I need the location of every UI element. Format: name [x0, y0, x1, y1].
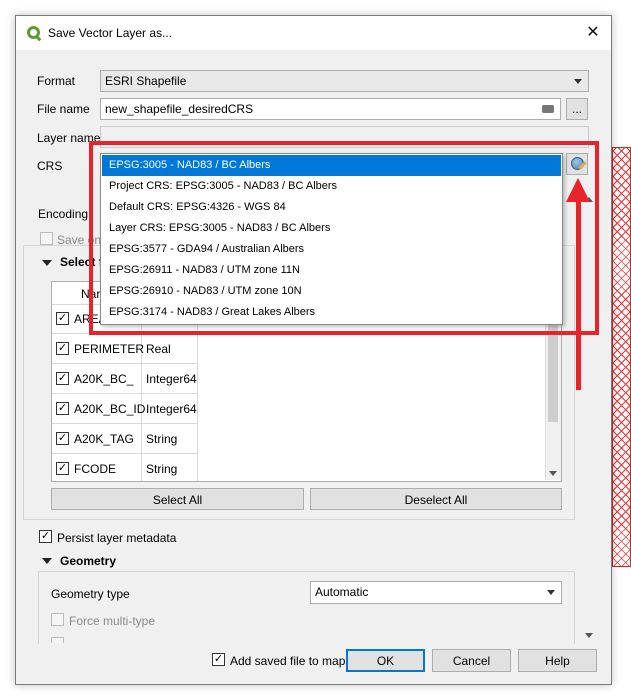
filename-value: new_shapefile_desiredCRS — [105, 102, 254, 116]
field-type: Real — [142, 334, 198, 364]
field-type: String — [142, 454, 198, 481]
scroll-down-icon[interactable] — [549, 471, 557, 476]
field-name: A20K_TAG — [74, 432, 134, 446]
format-value: ESRI Shapefile — [105, 74, 187, 88]
field-type: Integer64 — [142, 394, 198, 424]
scroll-down-icon[interactable] — [585, 633, 593, 638]
geometry-type-label: Geometry type — [51, 587, 130, 601]
field-name: FCODE — [74, 462, 116, 476]
annotation-arrow-shaft — [576, 200, 581, 390]
select-all-button[interactable]: Select All — [51, 488, 304, 510]
field-name: A20K_BC_ — [74, 372, 134, 386]
geometry-type-combo[interactable]: Automatic — [310, 581, 562, 604]
table-row[interactable]: ✓ FCODE — [52, 454, 142, 481]
add-saved-file-label: Add saved file to map — [230, 654, 346, 668]
annotation-arrow-head — [566, 178, 590, 202]
chevron-down-icon — [574, 79, 582, 84]
table-row[interactable]: ✓ A20K_BC_ID — [52, 394, 146, 424]
table-row[interactable]: ✓ A20K_TAG — [52, 424, 142, 454]
cancel-button[interactable]: Cancel — [432, 649, 511, 672]
force-multi-label: Force multi-type — [69, 614, 156, 628]
include-z-checkbox[interactable] — [51, 637, 64, 643]
field-type: String — [142, 424, 198, 454]
help-button[interactable]: Help — [518, 649, 597, 672]
format-label: Format — [37, 74, 76, 88]
collapse-arrow-icon[interactable] — [42, 558, 52, 564]
geometry-header: Geometry — [60, 554, 117, 568]
filename-input[interactable]: new_shapefile_desiredCRS — [100, 98, 561, 120]
qgis-logo-icon — [27, 26, 40, 39]
field-checkbox[interactable]: ✓ — [56, 312, 69, 325]
map-layer-hatch — [612, 147, 631, 567]
clear-icon[interactable] — [542, 105, 554, 113]
add-saved-file-checkbox[interactable]: ✓ — [212, 653, 225, 666]
table-row[interactable]: ✓ A20K_BC_ — [52, 364, 142, 394]
field-name: PERIMETER — [74, 342, 145, 356]
title-bar: Save Vector Layer as... ✕ — [16, 16, 611, 50]
field-type: Integer64 — [142, 364, 198, 394]
filename-label: File name — [37, 102, 90, 116]
annotation-highlight-box — [89, 141, 599, 335]
table-row[interactable]: ✓ PERIMETER — [52, 334, 145, 364]
crs-label: CRS — [37, 159, 63, 173]
chevron-down-icon — [547, 590, 555, 595]
field-checkbox[interactable]: ✓ — [56, 462, 69, 475]
field-checkbox[interactable]: ✓ — [56, 372, 69, 385]
force-multi-checkbox[interactable] — [51, 613, 64, 626]
format-combo[interactable]: ESRI Shapefile — [100, 70, 589, 92]
save-only-checkbox[interactable] — [40, 232, 53, 245]
field-name: A20K_BC_ID — [74, 402, 146, 416]
browse-button[interactable]: ... — [566, 98, 588, 120]
close-button[interactable]: ✕ — [582, 22, 604, 44]
field-checkbox[interactable]: ✓ — [56, 402, 69, 415]
field-checkbox[interactable]: ✓ — [56, 342, 69, 355]
ok-button[interactable]: OK — [346, 649, 425, 672]
window-title: Save Vector Layer as... — [48, 26, 173, 40]
deselect-all-button[interactable]: Deselect All — [310, 488, 562, 510]
persist-metadata-label: Persist layer metadata — [57, 531, 177, 545]
persist-metadata-checkbox[interactable]: ✓ — [39, 530, 52, 543]
encoding-label: Encoding — [38, 207, 89, 221]
field-checkbox[interactable]: ✓ — [56, 432, 69, 445]
geometry-type-value: Automatic — [315, 585, 369, 599]
